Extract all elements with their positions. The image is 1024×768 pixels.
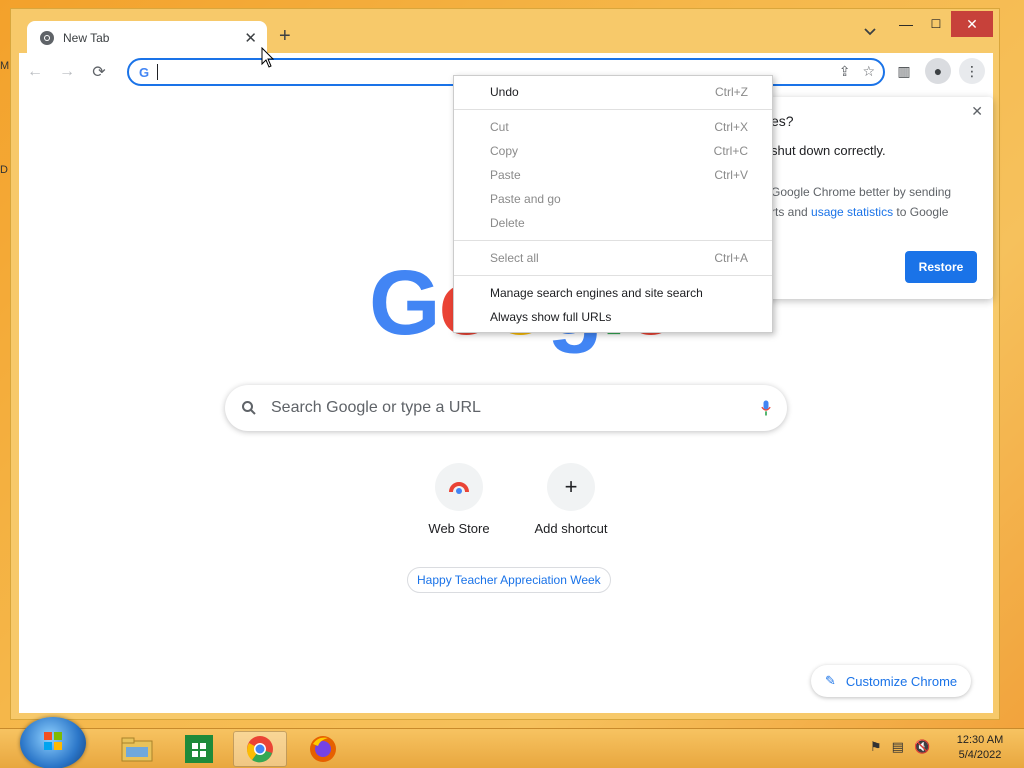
menu-item-label: Manage search engines and site search xyxy=(490,286,703,300)
menu-item-delete[interactable]: Delete xyxy=(454,211,772,235)
usage-statistics-link[interactable]: usage statistics xyxy=(811,205,893,219)
menu-separator xyxy=(454,240,772,241)
text-caret xyxy=(157,64,159,80)
menu-item-label: Select all xyxy=(490,251,539,265)
menu-separator xyxy=(454,275,772,276)
menu-separator xyxy=(454,109,772,110)
customize-chrome-button[interactable]: ✎ Customize Chrome xyxy=(811,665,972,697)
forward-arrow-icon[interactable]: → xyxy=(51,56,83,88)
tab-new-tab[interactable]: New Tab ✕ xyxy=(27,21,267,54)
side-panel-icon[interactable]: ▥ xyxy=(891,58,917,84)
firefox-icon[interactable] xyxy=(296,731,350,767)
menu-item-shortcut: Ctrl+Z xyxy=(715,85,748,99)
action-center-flag-icon[interactable]: ⚑ xyxy=(870,739,882,755)
menu-item-copy[interactable]: Copy Ctrl+C xyxy=(454,139,772,163)
new-tab-button[interactable]: + xyxy=(279,25,291,48)
menu-item-cut[interactable]: Cut Ctrl+X xyxy=(454,115,772,139)
restore-help-suffix: to Google xyxy=(893,205,949,219)
maximize-button[interactable]: ☐ xyxy=(921,11,951,37)
bookmark-star-icon[interactable]: ☆ xyxy=(862,63,875,80)
menu-item-shortcut: Ctrl+C xyxy=(713,144,748,158)
menu-item-shortcut: Ctrl+X xyxy=(714,120,748,134)
desktop-edge-text: M xyxy=(0,60,10,72)
plus-icon: + xyxy=(547,463,595,511)
search-icon xyxy=(242,401,256,415)
tab-close-icon[interactable]: ✕ xyxy=(244,29,257,47)
kebab-menu-icon[interactable]: ⋮ xyxy=(959,58,985,84)
menu-item-shortcut: Ctrl+A xyxy=(714,251,748,265)
menu-item-paste[interactable]: Paste Ctrl+V xyxy=(454,163,772,187)
microphone-icon[interactable] xyxy=(761,399,771,417)
chrome-window: New Tab ✕ + — ☐ ✕ ← → ⟳ G ⇪ ☆ ▥ ● ⋮ Go xyxy=(10,8,1000,720)
clock-date: 5/4/2022 xyxy=(958,749,1002,761)
menu-item-paste-and-go[interactable]: Paste and go xyxy=(454,187,772,211)
menu-item-label: Cut xyxy=(490,120,509,134)
menu-item-label: Paste xyxy=(490,168,521,182)
system-tray: ⚑ ▤ 🔇 xyxy=(870,739,930,755)
shortcut-add[interactable]: + Add shortcut xyxy=(515,463,627,536)
network-icon[interactable]: ▤ xyxy=(892,739,904,755)
reload-icon[interactable]: ⟳ xyxy=(83,56,115,88)
mouse-cursor-icon xyxy=(261,47,275,68)
shortcut-web-store[interactable]: Web Store xyxy=(403,463,515,536)
restore-help-text: Google Chrome better by sending xyxy=(771,185,952,199)
restore-help-prefix: rts and xyxy=(771,205,812,219)
tab-title: New Tab xyxy=(63,30,110,45)
menu-item-select-all[interactable]: Select all Ctrl+A xyxy=(454,246,772,270)
google-g-icon: G xyxy=(139,64,150,80)
web-store-icon xyxy=(435,463,483,511)
menu-item-shortcut: Ctrl+V xyxy=(714,168,748,182)
restore-message: shut down correctly. xyxy=(771,143,886,158)
search-box[interactable]: Search Google or type a URL xyxy=(225,385,787,431)
menu-item-label: Delete xyxy=(490,216,525,230)
pencil-icon: ✎ xyxy=(825,673,836,688)
restore-help-text: rts and usage statistics to Google xyxy=(771,205,948,219)
shortcut-label: Web Store xyxy=(428,521,490,536)
share-icon[interactable]: ⇪ xyxy=(839,63,851,80)
back-arrow-icon[interactable]: ← xyxy=(19,56,51,88)
tab-search-chevron-icon[interactable] xyxy=(864,27,876,37)
menu-item-label: Copy xyxy=(490,144,519,158)
minimize-button[interactable]: — xyxy=(891,11,921,37)
profile-avatar-icon[interactable]: ● xyxy=(925,58,951,84)
toolbar-right: ▥ ● ⋮ xyxy=(891,58,985,84)
menu-item-manage-search-engines[interactable]: Manage search engines and site search xyxy=(454,281,772,305)
logo-letter: G xyxy=(369,252,441,354)
store-icon[interactable] xyxy=(172,731,226,767)
customize-label: Customize Chrome xyxy=(845,673,958,689)
volume-muted-icon[interactable]: 🔇 xyxy=(914,739,930,755)
close-icon[interactable]: ✕ xyxy=(971,103,983,120)
windows-logo-icon xyxy=(44,732,62,750)
file-explorer-icon[interactable] xyxy=(110,731,164,767)
shortcut-label: Add shortcut xyxy=(534,521,608,536)
restore-title: es? xyxy=(771,113,794,129)
clock-time: 12:30 AM xyxy=(956,734,1004,746)
context-menu: Undo Ctrl+Z Cut Ctrl+X Copy Ctrl+C Paste Ctr… xyxy=(453,75,773,333)
restore-pages-dialog: es? ✕ shut down correctly. Google Chrome… xyxy=(741,97,993,299)
chrome-icon[interactable] xyxy=(233,731,287,767)
close-window-button[interactable]: ✕ xyxy=(951,11,993,37)
start-button[interactable] xyxy=(20,717,86,768)
taskbar: ⚑ ▤ 🔇 12:30 AM 5/4/2022 xyxy=(0,717,1024,768)
doodle-chip[interactable]: Happy Teacher Appreciation Week xyxy=(407,567,611,593)
omnibox-actions: ⇪ ☆ xyxy=(839,63,875,80)
menu-item-label: Undo xyxy=(490,85,519,99)
menu-item-always-show-full-urls[interactable]: Always show full URLs xyxy=(454,305,772,329)
menu-item-label: Always show full URLs xyxy=(490,310,612,324)
title-bar: New Tab ✕ + — ☐ ✕ xyxy=(11,9,999,54)
search-placeholder: Search Google or type a URL xyxy=(271,399,481,416)
desktop-edge-text: D xyxy=(0,164,8,176)
restore-button[interactable]: Restore xyxy=(905,251,977,283)
taskbar-clock[interactable]: 12:30 AM 5/4/2022 xyxy=(950,733,1010,763)
menu-item-label: Paste and go xyxy=(490,192,561,206)
chrome-favicon-icon xyxy=(40,30,54,45)
menu-item-undo[interactable]: Undo Ctrl+Z xyxy=(454,80,772,104)
